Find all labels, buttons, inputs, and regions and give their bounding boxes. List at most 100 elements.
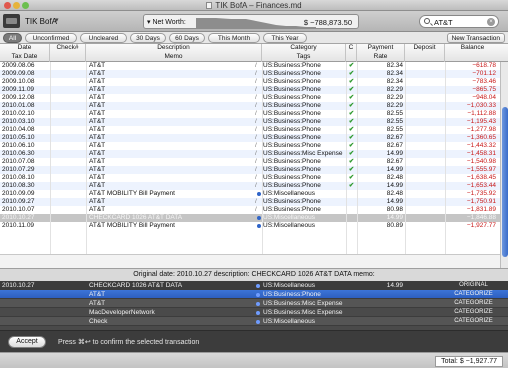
column-deposit[interactable]: Deposit (405, 44, 445, 62)
row-balance: −865.75 (472, 86, 496, 93)
category-separator-icon: / (255, 70, 257, 77)
row-category: US:Business:Phone (263, 166, 321, 173)
row-balance: −1,443.32 (466, 142, 496, 149)
table-row[interactable]: 2009.12.08 AT&T US:Business:Phone 82.29 −948… (0, 94, 500, 102)
table-row[interactable]: 2010.07.29 AT&T US:Business:Phone 14.99 −1,5… (0, 166, 500, 174)
column-balance[interactable]: Balance (445, 44, 500, 62)
row-memo: AT&T (89, 206, 106, 213)
table-row[interactable]: 2010.06.30 AT&T US:Business:Misc Expense 14… (0, 150, 500, 158)
chevron-down-icon[interactable]: ▾ (55, 16, 59, 24)
row-category: US:Business:Phone (263, 182, 321, 189)
cleared-check-icon[interactable]: ✔ (347, 110, 356, 118)
category-separator-icon: / (255, 94, 257, 101)
table-row[interactable]: 2010.11.09 AT&T MOBILITY Bill Payment US:M… (0, 222, 500, 230)
match-action: CATEGORIZE (454, 300, 493, 306)
table-row[interactable]: 2009.09.08 AT&T US:Business:Phone 82.34 −701… (0, 70, 500, 78)
table-row[interactable]: 2010.01.08 AT&T US:Business:Phone 82.29 −1,0… (0, 102, 500, 110)
search-input[interactable]: AT&T (434, 18, 453, 27)
match-row[interactable]: MacDeveloperNetwork US:Business:Misc Expe… (0, 308, 508, 317)
row-payment: 14.99 (386, 182, 403, 189)
clear-search-icon[interactable]: × (487, 18, 495, 26)
filter-all[interactable]: All (3, 33, 22, 43)
match-row[interactable]: Check US:Miscellaneous CATEGORIZE (0, 317, 508, 326)
column-check[interactable]: Check# (50, 44, 86, 62)
cleared-check-icon[interactable]: ✔ (347, 102, 356, 110)
search-field[interactable]: AT&T × (419, 15, 499, 28)
row-memo: AT&T (89, 182, 106, 189)
table-row[interactable]: 2010.09.09 AT&T MOBILITY Bill Payment US:M… (0, 190, 500, 198)
row-category: US:Business:Phone (263, 94, 321, 101)
row-memo: AT&T MOBILITY Bill Payment (89, 222, 175, 229)
row-payment: 82.67 (386, 158, 403, 165)
cleared-check-icon[interactable]: ✔ (347, 134, 356, 142)
filter-this-month[interactable]: This Month (208, 33, 260, 43)
cleared-check-icon[interactable]: ✔ (347, 94, 356, 102)
filter-uncleared[interactable]: Uncleared (80, 33, 127, 43)
account-icon[interactable] (3, 14, 20, 28)
column-payment[interactable]: Payment Rate (357, 44, 405, 62)
match-row[interactable]: AT&T US:Business:Misc Expense CATEGORIZE (0, 299, 508, 308)
row-date: 2009.10.08 (2, 78, 35, 85)
table-row[interactable]: 2010.07.08 AT&T US:Business:Phone 82.67 −1,5… (0, 158, 500, 166)
row-memo: AT&T (89, 166, 106, 173)
table-row[interactable]: 2010.09.27 AT&T US:Business:Phone 14.99 −1,7… (0, 198, 500, 206)
table-row[interactable]: 2010.03.10 AT&T US:Business:Phone 82.55 −1,1… (0, 118, 500, 126)
cleared-check-icon[interactable]: ✔ (347, 78, 356, 86)
net-worth-label[interactable]: ▾ Net Worth: (147, 18, 186, 26)
account-name[interactable]: TIK BofA (25, 17, 57, 26)
row-category: US:Business:Phone (263, 102, 321, 109)
row-date: 2010.04.08 (2, 126, 35, 133)
match-row[interactable]: AT&T US:Business:Phone CATEGORIZE (0, 290, 508, 299)
filter-unconfirmed[interactable]: Unconfirmed (25, 33, 77, 43)
column-description[interactable]: Description Memo (86, 44, 262, 62)
cleared-check-icon[interactable]: ✔ (347, 174, 356, 182)
filter-60-days[interactable]: 60 Days (169, 33, 205, 43)
cleared-check-icon[interactable]: ✔ (347, 86, 356, 94)
table-row[interactable]: 2010.04.08 AT&T US:Business:Phone 82.55 −1,2… (0, 126, 500, 134)
table-row[interactable]: 2010.10.27 CHECKCARD 1026 AT&T DATA US:Mis… (0, 214, 500, 222)
cleared-check-icon[interactable]: ✔ (347, 166, 356, 174)
net-worth-panel[interactable]: ▾ Net Worth: $ −788,873.50 (143, 14, 359, 29)
cleared-check-icon[interactable]: ✔ (347, 158, 356, 166)
cleared-check-icon[interactable]: ✔ (347, 70, 356, 78)
cleared-check-icon[interactable]: ✔ (347, 62, 356, 70)
table-row[interactable]: 2010.08.10 AT&T US:Business:Phone 82.48 −1,6… (0, 174, 500, 182)
cleared-check-icon[interactable]: ✔ (347, 142, 356, 150)
table-header: Date Tax Date Check# Description Memo Cate… (0, 44, 508, 62)
table-row[interactable]: 2009.10.08 AT&T US:Business:Phone 82.34 −783… (0, 78, 500, 86)
row-category: US:Business:Phone (263, 126, 321, 133)
table-row[interactable]: 2010.05.10 AT&T US:Business:Phone 82.67 −1,3… (0, 134, 500, 142)
filter-this-year[interactable]: This Year (263, 33, 307, 43)
new-transaction-button[interactable]: New Transaction (446, 33, 505, 43)
row-payment: 14.99 (386, 150, 403, 157)
table-row[interactable]: 2009.11.09 AT&T US:Business:Phone 82.29 −865… (0, 86, 500, 94)
cleared-check-icon[interactable]: ✔ (347, 118, 356, 126)
table-row[interactable]: 2010.10.07 AT&T US:Business:Phone 80.98 −1,8… (0, 206, 500, 214)
match-row[interactable]: 2010.10.27 CHECKCARD 1026 AT&T DATA US:Mis… (0, 281, 508, 290)
table-row[interactable]: 2010.06.10 AT&T US:Business:Phone 82.67 −1,4… (0, 142, 500, 150)
net-worth-value: $ −788,873.50 (303, 18, 352, 27)
accept-button[interactable]: Accept (8, 336, 46, 348)
column-cleared[interactable]: C (346, 44, 357, 62)
cleared-check-icon[interactable]: ✔ (347, 150, 356, 158)
row-payment: 80.98 (386, 206, 403, 213)
column-date[interactable]: Date Tax Date (0, 44, 50, 62)
row-memo: AT&T (89, 126, 106, 133)
table-row[interactable]: 2010.08.30 AT&T US:Business:Phone 14.99 −1,6… (0, 182, 500, 190)
cleared-check-icon[interactable]: ✔ (347, 126, 356, 134)
match-date (2, 308, 62, 317)
cleared-check-icon[interactable]: ✔ (347, 182, 356, 190)
row-date: 2010.09.09 (2, 190, 35, 197)
row-date: 2010.08.30 (2, 182, 35, 189)
vertical-scrollbar[interactable] (500, 62, 508, 268)
match-category: US:Business:Misc Expense (263, 300, 343, 307)
filter-30-days[interactable]: 30 Days (130, 33, 166, 43)
row-payment: 14.99 (386, 214, 403, 221)
table-row[interactable]: 2009.08.06 AT&T US:Business:Phone 82.34 −618… (0, 62, 500, 70)
column-category[interactable]: Category Tags (262, 44, 346, 62)
table-row[interactable]: 2010.02.10 AT&T US:Business:Phone 82.55 −1,1… (0, 110, 500, 118)
match-action: CATEGORIZE (454, 318, 493, 324)
scroll-thumb[interactable] (502, 107, 508, 257)
match-category: US:Miscellaneous (263, 282, 316, 289)
category-separator-icon: / (255, 102, 257, 109)
